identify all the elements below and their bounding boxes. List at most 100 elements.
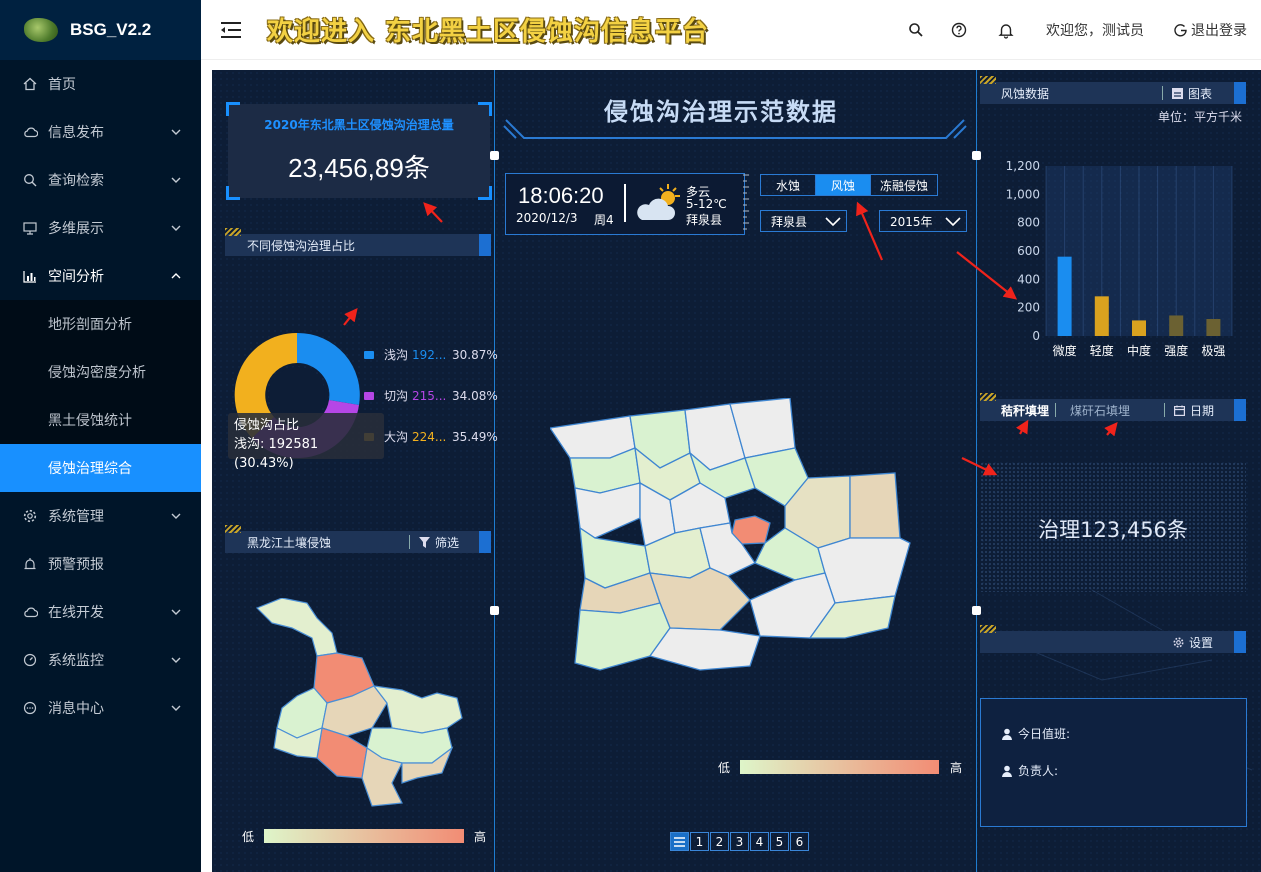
submenu-item-terrain-profile[interactable]: 地形剖面分析 <box>0 300 201 348</box>
help-icon[interactable] <box>950 21 968 39</box>
sidebar-item-messages[interactable]: 消息中心 <box>0 684 201 732</box>
app: BSG_V2.2 首页 信息发布 查询检索 多维展示 空间分析 地形剖面分析 侵… <box>0 0 1261 872</box>
header-stripes <box>980 76 996 84</box>
chart-view-label: 图表 <box>1188 86 1213 101</box>
year-select[interactable]: 2015年 <box>879 210 967 232</box>
y-tick-label: 400 <box>1017 272 1040 286</box>
x-category-label: 极强 <box>1201 344 1225 358</box>
legend-pct: 30.87% <box>452 347 498 362</box>
sidebar-item-system-admin[interactable]: 系统管理 <box>0 492 201 540</box>
total-card: 2020年东北黑土区侵蚀沟治理总量 23,456,89条 <box>226 102 492 200</box>
map-region[interactable] <box>316 727 368 779</box>
gear-icon <box>22 508 38 524</box>
user-icon <box>1002 765 1012 777</box>
chart-view-button[interactable]: 图表 <box>1172 85 1212 102</box>
page-button-5[interactable]: 5 <box>770 832 789 851</box>
legend-item-cut[interactable]: 切沟 215... 34.08% <box>364 387 498 404</box>
logout-button[interactable]: 退出登录 <box>1173 20 1247 40</box>
corner-decoration <box>226 186 240 200</box>
menu-fold-icon[interactable] <box>217 19 245 41</box>
map-region[interactable] <box>648 627 761 671</box>
spatial-analysis-submenu: 地形剖面分析 侵蚀沟密度分析 黑土侵蚀统计 侵蚀治理综合 <box>0 300 201 492</box>
filter-label: 筛选 <box>435 535 460 550</box>
monitor-icon <box>22 220 38 236</box>
submenu-item-erosion-governance[interactable]: 侵蚀治理综合 <box>0 444 201 492</box>
sidebar: BSG_V2.2 首页 信息发布 查询检索 多维展示 空间分析 地形剖面分析 侵… <box>0 0 201 872</box>
submenu-item-gully-density[interactable]: 侵蚀沟密度分析 <box>0 348 201 396</box>
county-select-value: 拜泉县 <box>771 214 808 229</box>
sidebar-item-search[interactable]: 查询检索 <box>0 156 201 204</box>
county-select[interactable]: 拜泉县 <box>760 210 847 232</box>
map-region[interactable] <box>372 685 463 734</box>
page-button-6[interactable]: 6 <box>790 832 809 851</box>
tab-freeze-thaw-erosion[interactable]: 冻融侵蚀 <box>870 174 938 196</box>
gear-icon <box>1173 637 1184 647</box>
x-category-label: 微度 <box>1053 343 1077 358</box>
map-region[interactable] <box>849 472 901 539</box>
map-region[interactable] <box>255 598 338 657</box>
tab-water-erosion[interactable]: 水蚀 <box>760 174 816 196</box>
home-icon <box>22 76 38 92</box>
tab-straw-fill[interactable]: 秸秆填埋 <box>1001 402 1049 419</box>
baiquan-county-map[interactable] <box>550 398 922 678</box>
y-tick-label: 0 <box>1032 329 1040 343</box>
divider-left <box>494 70 495 872</box>
legend-value: 192... <box>412 347 447 362</box>
sidebar-item-multi-display[interactable]: 多维展示 <box>0 204 201 252</box>
logo[interactable]: BSG_V2.2 <box>0 0 201 60</box>
sidebar-item-online-dev[interactable]: 在线开发 <box>0 588 201 636</box>
page-button-2[interactable]: 2 <box>710 832 729 851</box>
heilongjiang-map[interactable] <box>252 598 472 808</box>
chevron-down-icon <box>171 513 181 519</box>
chart-unit: 单位：平方千米 <box>1158 110 1243 124</box>
page-button-3[interactable]: 3 <box>730 832 749 851</box>
sidebar-item-label: 在线开发 <box>48 605 104 621</box>
message-icon <box>22 700 38 716</box>
top-bar: 欢迎进入 东北黑土区侵蚀沟信息平台 欢迎您，测试员 退出登录 <box>201 0 1261 60</box>
page-button-4[interactable]: 4 <box>750 832 769 851</box>
y-tick-label: 1,000 <box>1006 187 1040 201</box>
x-category-label: 强度 <box>1164 343 1188 358</box>
map-region[interactable] <box>550 415 636 459</box>
filter-button[interactable]: 筛选 <box>419 534 459 551</box>
legend-high-label: 高 <box>474 830 487 844</box>
wind-section-title: 风蚀数据 <box>1001 86 1050 101</box>
chevron-down-icon <box>171 705 181 711</box>
sidebar-item-warning[interactable]: 预警预报 <box>0 540 201 588</box>
sidebar-item-label: 空间分析 <box>48 269 104 285</box>
page-button-1[interactable]: 1 <box>690 832 709 851</box>
sidebar-item-label: 首页 <box>48 77 76 93</box>
x-category-label: 中度 <box>1127 343 1151 358</box>
clock-weekday: 周4 <box>594 213 614 227</box>
weather-temp: 5-12℃ <box>686 197 727 211</box>
submenu-item-soil-erosion-stats[interactable]: 黑土侵蚀统计 <box>0 396 201 444</box>
wind-erosion-bar-chart: 0 200 400 600 800 1,000 1,200 微度 轻度 中度 强度 极强 <box>1006 159 1233 358</box>
partly-cloudy-icon <box>637 184 680 220</box>
settings-button[interactable]: 设置 <box>1173 634 1213 651</box>
map-region[interactable] <box>574 602 671 671</box>
governance-panel: 治理123,456条 <box>980 462 1246 592</box>
tab-gangue-fill[interactable]: 煤矸石填埋 <box>1070 402 1130 419</box>
map-region[interactable] <box>574 482 641 539</box>
duty-label: 今日值班: <box>1018 727 1071 741</box>
legend-low-label: 低 <box>242 830 255 844</box>
bell-icon[interactable] <box>997 21 1015 39</box>
total-value: 23,456,89条 <box>288 153 430 183</box>
tooltip-value: 浅沟: 192581 (30.43%) <box>234 437 319 471</box>
legend-name: 浅沟 <box>384 348 409 362</box>
sidebar-item-publish[interactable]: 信息发布 <box>0 108 201 156</box>
tab-wind-erosion[interactable]: 风蚀 <box>815 174 871 196</box>
sidebar-item-home[interactable]: 首页 <box>0 60 201 108</box>
sidebar-item-monitoring[interactable]: 系统监控 <box>0 636 201 684</box>
pagination-menu-button[interactable] <box>670 832 689 851</box>
header-end-tab <box>1234 399 1246 421</box>
chevron-down-icon <box>171 225 181 231</box>
search-icon[interactable] <box>907 21 925 39</box>
legend-item-shallow[interactable]: 浅沟 192... 30.87% <box>364 346 498 363</box>
divider-node <box>972 151 981 160</box>
pie-section-header: 不同侵蚀沟治理占比 <box>225 228 491 256</box>
sidebar-item-spatial-analysis[interactable]: 空间分析 <box>0 252 201 300</box>
date-button[interactable]: 日期 <box>1174 402 1214 419</box>
welcome-text: 欢迎您，测试员 <box>1046 23 1144 39</box>
legend-item-large[interactable]: 大沟 224... 35.49% <box>364 428 498 445</box>
